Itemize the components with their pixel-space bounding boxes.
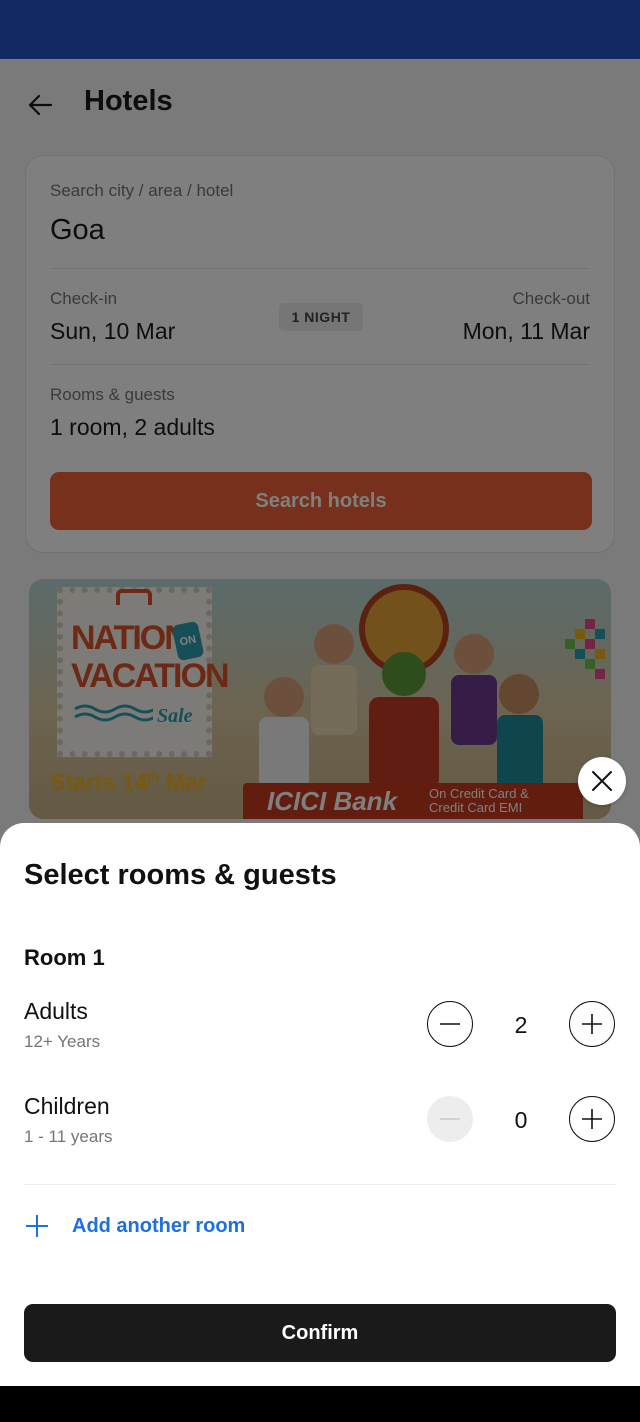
children-decrement-button[interactable] — [427, 1096, 473, 1142]
close-banner-button[interactable] — [578, 757, 626, 805]
plus-icon — [582, 1014, 602, 1034]
adults-increment-button[interactable] — [569, 1001, 615, 1047]
confirm-button[interactable]: Confirm — [24, 1304, 616, 1362]
minus-icon — [440, 1023, 460, 1025]
room-title: Room 1 — [24, 945, 105, 970]
add-another-room-button[interactable]: Add another room — [24, 1208, 245, 1244]
minus-icon — [440, 1118, 460, 1120]
close-icon — [592, 771, 612, 791]
system-navigation-bar — [0, 1386, 640, 1422]
plus-icon — [26, 1215, 48, 1237]
adults-count: 2 — [514, 1012, 528, 1038]
children-label: Children — [24, 1093, 110, 1119]
adults-age-range: 12+ Years — [24, 1032, 101, 1051]
children-count: 0 — [514, 1107, 528, 1133]
children-age-range: 1 - 11 years — [24, 1127, 113, 1146]
adults-decrement-button[interactable] — [427, 1001, 473, 1047]
children-increment-button[interactable] — [569, 1096, 615, 1142]
adults-label: Adults — [24, 998, 88, 1024]
rooms-guests-sheet: Select rooms & guests Room 1 Adults 12+ … — [0, 823, 640, 1386]
divider — [24, 1184, 616, 1185]
app-screen: Hotels Search city / area / hotel Goa Ch… — [0, 0, 640, 1386]
sheet-title: Select rooms & guests — [24, 859, 337, 891]
add-room-label: Add another room — [72, 1214, 246, 1237]
plus-icon — [582, 1109, 602, 1129]
